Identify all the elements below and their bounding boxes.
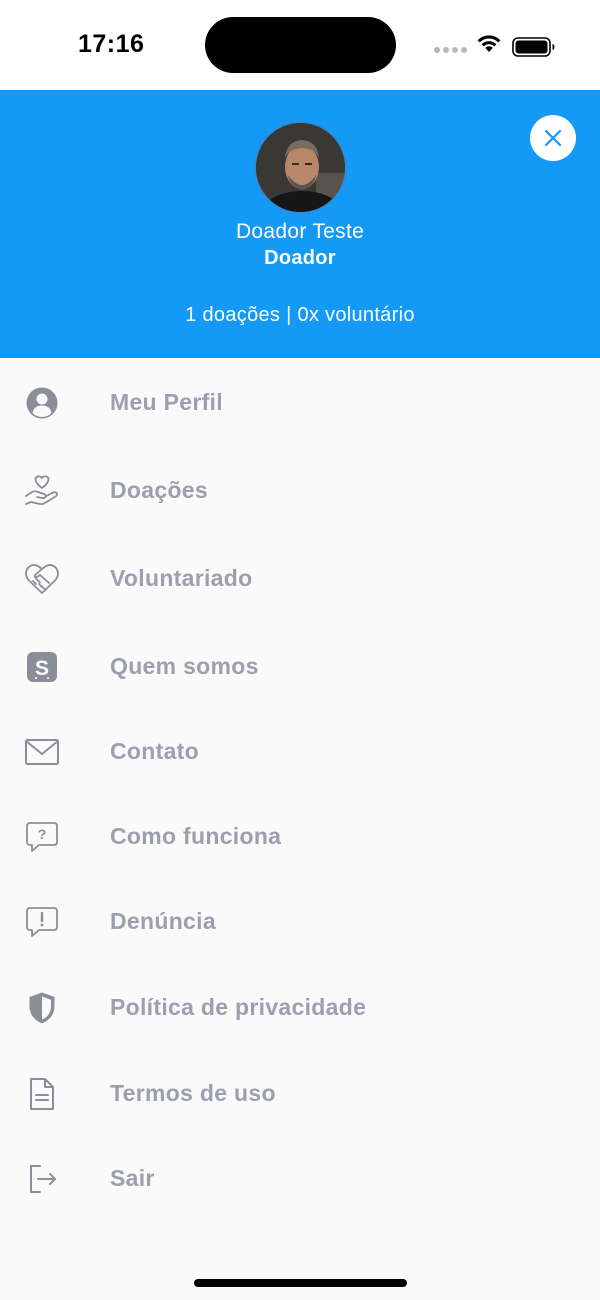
handshake-heart-icon xyxy=(20,562,64,596)
brand-s-icon: S xyxy=(20,650,64,684)
menu-item-label: Doações xyxy=(110,477,208,503)
status-bar: 17:16 xyxy=(0,0,600,90)
user-role: Doador xyxy=(264,247,336,269)
profile-header: Doador Teste Doador 1 doações | 0x volun… xyxy=(0,90,600,358)
dynamic-island xyxy=(205,17,396,73)
menu-item-como-funciona[interactable]: ? Como funciona xyxy=(0,807,600,867)
hand-heart-icon xyxy=(20,474,64,508)
svg-text:?: ? xyxy=(38,826,47,842)
cellular-signal-icon xyxy=(434,47,468,53)
document-icon xyxy=(20,1077,64,1111)
menu-item-label: Quem somos xyxy=(110,653,259,679)
logout-icon xyxy=(20,1162,64,1196)
avatar xyxy=(254,121,347,214)
menu-item-label: Sair xyxy=(110,1165,155,1191)
menu-item-voluntariado[interactable]: Voluntariado xyxy=(0,549,600,609)
menu-item-doacoes[interactable]: Doações xyxy=(0,461,600,521)
menu-item-label: Meu Perfil xyxy=(110,389,223,415)
close-button[interactable] xyxy=(530,115,576,161)
battery-icon xyxy=(512,37,555,57)
user-stats: 1 doações | 0x voluntário xyxy=(185,304,415,326)
menu-item-politica-de-privacidade[interactable]: Política de privacidade xyxy=(0,978,600,1038)
menu-item-label: Política de privacidade xyxy=(110,994,367,1020)
user-circle-icon xyxy=(20,386,64,420)
menu-item-label: Contato xyxy=(110,738,199,764)
menu-item-sair[interactable]: Sair xyxy=(0,1149,600,1209)
close-icon xyxy=(544,129,562,147)
user-name: Doador Teste xyxy=(235,220,365,243)
menu-item-contato[interactable]: Contato xyxy=(0,722,600,782)
wifi-icon xyxy=(477,35,501,52)
question-bubble-icon: ? xyxy=(20,820,64,854)
menu-item-label: Voluntariado xyxy=(110,565,253,591)
svg-text:S: S xyxy=(35,657,49,680)
menu-item-label: Termos de uso xyxy=(110,1080,276,1106)
menu-item-label: Denúncia xyxy=(110,908,216,934)
menu-item-meu-perfil[interactable]: Meu Perfil xyxy=(0,373,600,433)
status-time: 17:16 xyxy=(78,30,145,58)
shield-icon xyxy=(20,991,64,1025)
menu-item-quem-somos[interactable]: S Quem somos xyxy=(0,637,600,697)
menu-item-denuncia[interactable]: Denúncia xyxy=(0,892,600,952)
alert-bubble-icon xyxy=(20,905,64,939)
envelope-icon xyxy=(20,735,64,769)
menu-item-label: Como funciona xyxy=(110,823,282,849)
home-indicator[interactable] xyxy=(194,1279,407,1287)
menu-item-termos-de-uso[interactable]: Termos de uso xyxy=(0,1064,600,1124)
